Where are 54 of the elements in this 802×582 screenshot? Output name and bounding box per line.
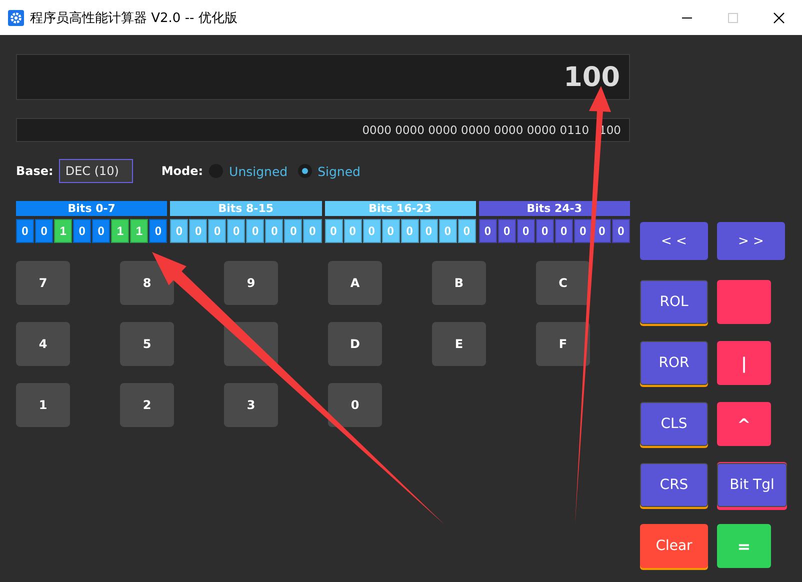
operator-button[interactable]: CLS	[640, 402, 708, 446]
bit-group-label: Bits 16-23	[324, 201, 476, 216]
bit-toggle[interactable]: 0	[478, 219, 497, 243]
maximize-icon	[727, 12, 739, 24]
shift-button[interactable]: < <	[640, 222, 708, 260]
bit-toggle[interactable]: 0	[516, 219, 535, 243]
operator-button[interactable]: CRS	[640, 463, 708, 507]
mode-option[interactable]: Unsigned	[229, 164, 288, 178]
bit-toggle[interactable]: 0	[73, 219, 92, 243]
key-button[interactable]: 5	[120, 322, 174, 366]
bit-toggle[interactable]: 0	[92, 219, 110, 243]
key-button[interactable]: 7	[16, 261, 70, 305]
bit-toggle[interactable]: 0	[574, 219, 592, 243]
radio-button[interactable]	[298, 164, 312, 178]
bit-toggle[interactable]: 0	[612, 219, 630, 243]
logic-button[interactable]: ^	[717, 402, 771, 446]
key-button[interactable]: A	[328, 261, 382, 305]
logic-button[interactable]: |	[717, 341, 771, 385]
operator-button[interactable]: ROR	[640, 341, 708, 385]
bit-group-label: Bits 24-3	[478, 201, 630, 216]
bit-toggle-button[interactable]: Bit Tgl	[717, 463, 787, 507]
key-button[interactable]: E	[432, 322, 486, 366]
base-label: Base:	[16, 164, 54, 178]
key-button[interactable]: 2	[120, 383, 174, 427]
bit-group-label: Bits 8-15	[170, 201, 322, 216]
key-button[interactable]: F	[536, 322, 590, 366]
key-button[interactable]: 1	[16, 383, 70, 427]
bit-toggle[interactable]: 0	[35, 219, 54, 243]
key-button[interactable]: 4	[16, 322, 70, 366]
mode-label: Mode:	[161, 164, 204, 178]
clear-button[interactable]: Clear	[640, 524, 708, 568]
key-button[interactable]: C	[536, 261, 590, 305]
operator-button[interactable]: ROL	[640, 280, 708, 324]
key-button[interactable]: 3	[224, 383, 278, 427]
window-title: 程序员高性能计算器 V2.0 -- 优化版	[30, 10, 238, 26]
bit-toggle[interactable]: 0	[498, 219, 516, 243]
key-button[interactable]: B	[432, 261, 486, 305]
base-field[interactable]: DEC (10)	[59, 159, 134, 183]
key-button[interactable]: 9	[224, 261, 278, 305]
gear-icon	[8, 10, 24, 26]
close-icon	[773, 12, 785, 24]
bit-toggle[interactable]: 0	[16, 219, 34, 243]
binary-text: 0000 0000 0000 0000 0000 0000 0110	[362, 123, 590, 137]
key-button[interactable]: D	[328, 322, 382, 366]
logic-button[interactable]	[717, 280, 771, 324]
binary-text: 100	[599, 123, 621, 137]
result-display: 100	[16, 54, 630, 100]
bit-toggle[interactable]: 0	[554, 219, 573, 243]
shift-button[interactable]: > >	[717, 222, 785, 260]
bit-group-label: Bits 0-7	[16, 201, 168, 216]
key-button[interactable]: 0	[328, 383, 382, 427]
bit-toggle[interactable]: 0	[149, 219, 168, 243]
mode-option[interactable]: Signed	[318, 164, 360, 178]
bit-toggle[interactable]: 0	[536, 219, 554, 243]
